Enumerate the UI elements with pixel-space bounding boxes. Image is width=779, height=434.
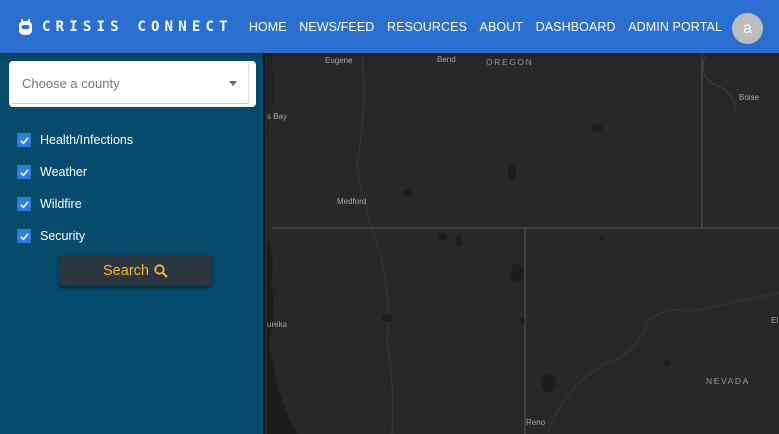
map-view[interactable]: Eugene Bend OREGON s Bay Boise Medford u… bbox=[267, 53, 779, 434]
map-label-oregon: OREGON bbox=[486, 57, 534, 67]
chevron-down-icon[interactable] bbox=[229, 81, 237, 86]
county-select[interactable]: Choose a county bbox=[9, 61, 256, 107]
avatar[interactable]: a bbox=[732, 13, 763, 44]
county-select-placeholder: Choose a county bbox=[22, 76, 120, 91]
checkbox-checked-icon[interactable] bbox=[17, 197, 31, 211]
map-label-medford: Medford bbox=[337, 197, 367, 206]
nav-home[interactable]: HOME bbox=[249, 20, 287, 34]
sidebar: Choose a county Health/Infections Weathe… bbox=[0, 53, 265, 434]
map-label-elko: El bbox=[771, 316, 779, 325]
map-label-coos-bay: s Bay bbox=[267, 112, 288, 121]
top-navbar: CRISIS CONNECT HOME NEWS/FEED RESOURCES … bbox=[0, 0, 779, 53]
map-label-bend: Bend bbox=[437, 55, 456, 64]
map-label-eugene: Eugene bbox=[325, 56, 353, 65]
main-nav: HOME NEWS/FEED RESOURCES ABOUT DASHBOARD… bbox=[249, 20, 735, 34]
search-button[interactable]: Search bbox=[59, 255, 212, 286]
nav-admin-portal[interactable]: ADMIN PORTAL bbox=[628, 20, 722, 34]
checkbox-checked-icon[interactable] bbox=[17, 165, 31, 179]
map-base bbox=[267, 53, 779, 434]
nav-resources[interactable]: RESOURCES bbox=[387, 20, 467, 34]
map-label-boise: Boise bbox=[739, 93, 760, 102]
checkbox-checked-icon[interactable] bbox=[17, 133, 31, 147]
map-label-eureka: ureka bbox=[267, 320, 288, 329]
filter-label: Health/Infections bbox=[40, 133, 134, 147]
shield-icon bbox=[19, 18, 32, 35]
map-label-nevada: NEVADA bbox=[706, 376, 750, 386]
nav-dashboard[interactable]: DASHBOARD bbox=[536, 20, 616, 34]
filter-label: Security bbox=[40, 229, 86, 243]
search-icon bbox=[154, 263, 168, 278]
nav-news-feed[interactable]: NEWS/FEED bbox=[299, 20, 374, 34]
county-select-field[interactable]: Choose a county bbox=[12, 64, 249, 104]
search-button-label: Search bbox=[103, 262, 149, 279]
filter-health-infections[interactable]: Health/Infections bbox=[17, 124, 133, 156]
filter-label: Wildfire bbox=[40, 197, 82, 211]
filter-security[interactable]: Security bbox=[17, 220, 133, 252]
brand[interactable]: CRISIS CONNECT bbox=[19, 18, 233, 35]
brand-title: CRISIS CONNECT bbox=[42, 18, 233, 35]
filter-weather[interactable]: Weather bbox=[17, 156, 133, 188]
filter-wildfire[interactable]: Wildfire bbox=[17, 188, 133, 220]
nav-about[interactable]: ABOUT bbox=[480, 20, 524, 34]
checkbox-checked-icon[interactable] bbox=[17, 229, 31, 243]
filter-label: Weather bbox=[40, 165, 88, 179]
map-label-reno: Reno bbox=[526, 418, 546, 427]
filter-list: Health/Infections Weather Wildfire Secur… bbox=[17, 124, 133, 252]
